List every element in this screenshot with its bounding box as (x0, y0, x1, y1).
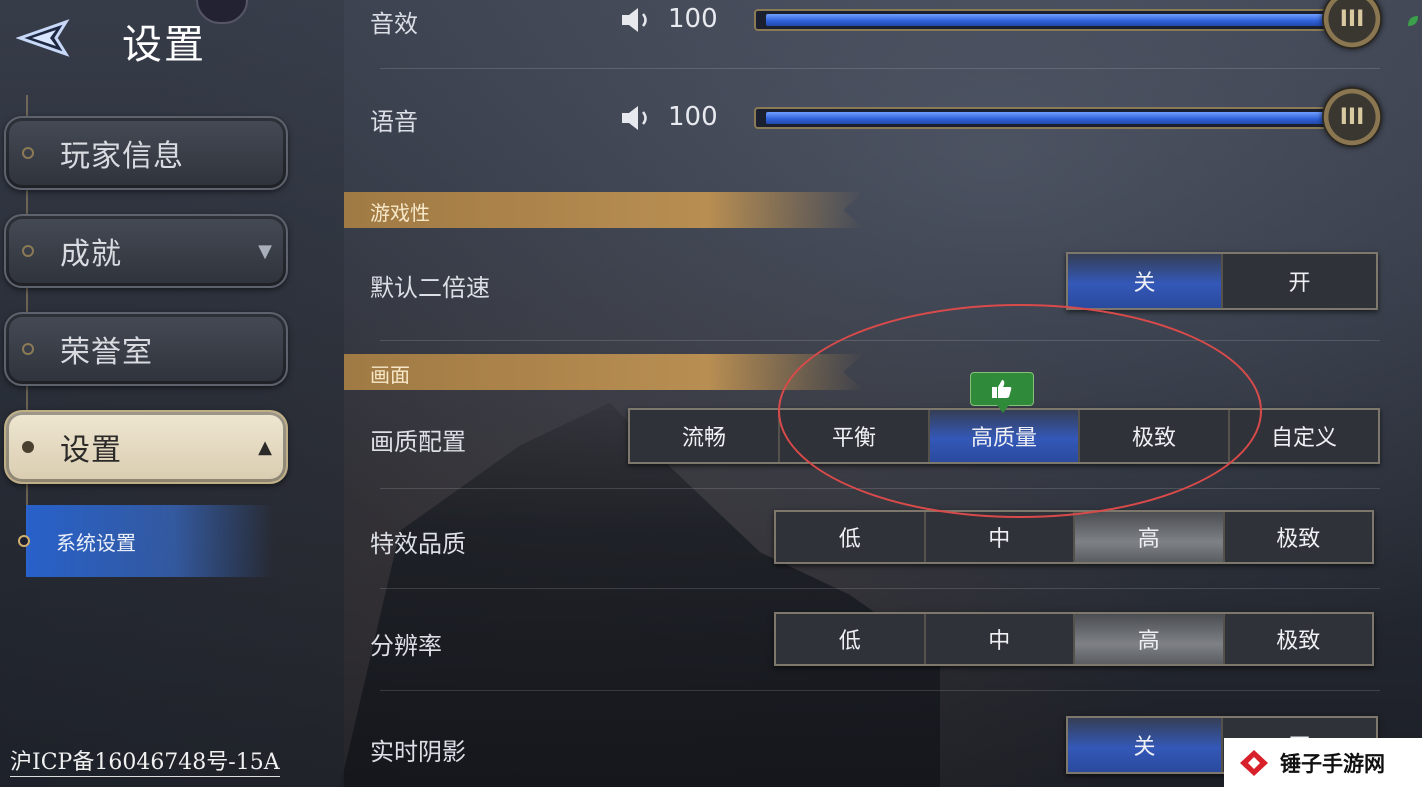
resolution-label: 分辨率 (370, 632, 442, 660)
section-header-graphics: 画面 (344, 354, 864, 390)
sidebar-item-label: 荣誉室 (60, 335, 153, 370)
option-quality-preset-1[interactable]: 平衡 (780, 410, 930, 462)
option-quality-preset-0[interactable]: 流畅 (630, 410, 780, 462)
sidebar-item-settings[interactable]: 设置 ▲ (4, 410, 288, 484)
quality-preset-selector[interactable]: 流畅 平衡 高质量 极致 自定义 (628, 408, 1380, 464)
divider (380, 690, 1380, 691)
sfx-slider[interactable]: III (754, 0, 1382, 49)
chevron-up-icon: ▲ (258, 436, 272, 458)
option-shadows-0[interactable]: 关 (1068, 718, 1223, 772)
effects-quality-label: 特效品质 (370, 530, 466, 558)
sidebar-item-achievements[interactable]: 成就 ▼ (4, 214, 288, 288)
realtime-shadow-label: 实时阴影 (370, 738, 466, 766)
voice-value: 100 (668, 102, 718, 132)
voice-slider-fill (766, 112, 1358, 124)
page-title: 设置 (122, 22, 206, 68)
double-speed-toggle[interactable]: 关开 (1066, 252, 1378, 310)
speaker-icon (622, 8, 647, 32)
watermark-logo-icon (1240, 749, 1268, 776)
option-effects-0[interactable]: 低 (776, 512, 926, 562)
bullet-icon (22, 245, 34, 257)
divider (380, 488, 1380, 489)
sidebar: 设置 玩家信息 成就 ▼ 荣誉室 设置 ▲ 系统设置 沪ICP备16046748… (0, 0, 344, 787)
option-resolution-1[interactable]: 中 (926, 614, 1075, 664)
watermark-text: 锤子手游网 (1280, 751, 1385, 776)
bullet-icon (22, 343, 34, 355)
sidebar-item-label: 设置 (60, 433, 122, 468)
section-header-gameplay: 游戏性 (344, 192, 864, 228)
voice-slider-knob[interactable]: III (1322, 87, 1382, 147)
back-arrow-icon (16, 19, 70, 57)
double-speed-label: 默认二倍速 (370, 274, 490, 302)
icp-license-text: 沪ICP备16046748号-15A (10, 744, 280, 777)
bullet-icon (18, 535, 30, 547)
option-quality-preset-2[interactable]: 高质量 (930, 410, 1080, 462)
speaker-icon (622, 106, 647, 130)
sfx-slider-knob[interactable]: III (1322, 0, 1382, 49)
option-quality-preset-4[interactable]: 自定义 (1230, 410, 1378, 462)
option-effects-3[interactable]: 极致 (1225, 512, 1373, 562)
divider (380, 68, 1380, 69)
option-resolution-2[interactable]: 高 (1075, 614, 1225, 664)
leaf-icon (1408, 16, 1418, 26)
sidebar-subitem-system-settings[interactable]: 系统设置 (18, 505, 274, 577)
back-button[interactable] (14, 14, 74, 62)
section-header-label: 游戏性 (370, 201, 430, 225)
thumbs-up-icon (992, 380, 1012, 398)
sidebar-item-hall-of-honor[interactable]: 荣誉室 (4, 312, 288, 386)
chevron-down-icon: ▼ (258, 240, 272, 262)
bullet-icon (22, 147, 34, 159)
option-quality-preset-3[interactable]: 极致 (1080, 410, 1230, 462)
recommended-badge (970, 372, 1034, 413)
divider (380, 340, 1380, 341)
option-resolution-0[interactable]: 低 (776, 614, 926, 664)
option-resolution-3[interactable]: 极致 (1225, 614, 1373, 664)
bullet-icon (22, 441, 34, 453)
quality-preset-label: 画质配置 (370, 428, 466, 456)
effects-quality-selector[interactable]: 低中高极致 (774, 510, 1374, 564)
divider (380, 588, 1380, 589)
section-header-label: 画面 (370, 363, 410, 387)
resolution-selector[interactable]: 低中高极致 (774, 612, 1374, 666)
sidebar-item-player-info[interactable]: 玩家信息 (4, 116, 288, 190)
voice-slider[interactable]: III (754, 87, 1382, 147)
option-double-speed-1[interactable]: 开 (1223, 254, 1376, 308)
option-double-speed-0[interactable]: 关 (1068, 254, 1223, 308)
sfx-label: 音效 (370, 10, 418, 38)
sfx-value: 100 (668, 4, 718, 34)
voice-label: 语音 (370, 108, 418, 136)
sidebar-item-label: 成就 (60, 237, 122, 272)
option-effects-2[interactable]: 高 (1075, 512, 1225, 562)
option-effects-1[interactable]: 中 (926, 512, 1075, 562)
sidebar-item-label: 玩家信息 (60, 139, 184, 174)
sfx-slider-fill (766, 14, 1358, 26)
watermark: 锤子手游网 (1224, 738, 1422, 787)
sidebar-subitem-label: 系统设置 (56, 530, 136, 555)
